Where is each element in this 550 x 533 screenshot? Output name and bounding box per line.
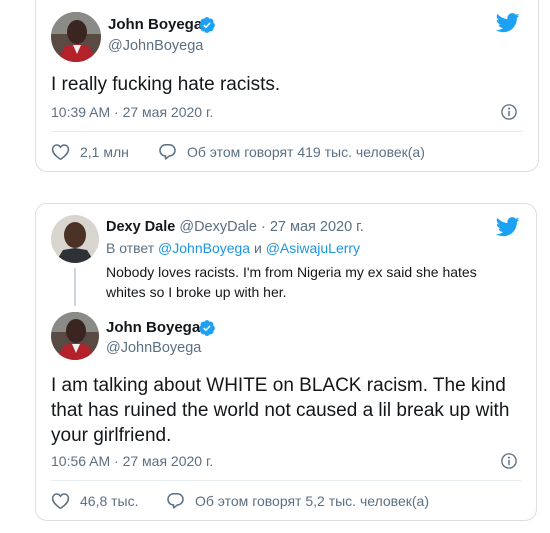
tweet-card-1[interactable]: John Boyega @JohnBoyega I really fucking… [35,0,539,172]
heart-icon [51,491,70,510]
twitter-bird-icon[interactable] [496,217,520,237]
author-handle[interactable]: @JohnBoyega [106,340,201,356]
avatar[interactable] [51,215,99,263]
reply-author-handle[interactable]: @DexyDale [179,219,257,235]
reply-mention-link[interactable]: @JohnBoyega [158,240,250,256]
like-button[interactable]: 2,1 млн [51,142,129,161]
tweet-timestamp[interactable]: 10:39 AM · 27 мая 2020 г. [51,104,213,120]
tweet-text-line: I am talking about WHITE on BLACK racism… [51,375,506,396]
reply-prefix: В ответ [106,240,155,256]
twitter-bird-icon[interactable] [496,13,520,33]
author-name[interactable]: John Boyega [108,16,202,33]
author-name[interactable]: John Boyega [106,319,200,336]
tweet-timestamp[interactable]: 10:56 AM · 27 мая 2020 г. [51,453,213,469]
tweet-text-line: that has ruined the world not caused a l… [51,400,510,421]
speech-bubble-icon [158,142,177,161]
reply-text-line: whites so I broke up with her. [106,284,287,300]
avatar[interactable] [51,12,101,62]
reply-mention-link[interactable]: @AsiwajuLerry [266,240,360,256]
tweet-text: I really fucking hate racists. [51,74,281,95]
like-count: 46,8 тыс. [80,492,139,509]
divider [51,131,523,132]
conversation-link[interactable]: Об этом говорят 419 тыс. человек(а) [158,142,425,161]
reply-conjunction: и [253,240,262,256]
conversation-link[interactable]: Об этом говорят 5,2 тыс. человек(а) [166,491,429,510]
speech-bubble-icon [166,491,185,510]
verified-badge-icon [198,319,216,337]
replying-to: В ответ @JohnBoyega и @AsiwajuLerry [106,240,360,256]
divider [51,480,521,481]
reply-header: Dexy Dale @DexyDale · 27 мая 2020 г. [106,219,364,235]
reply-author-name[interactable]: Dexy Dale [106,219,175,235]
tweet-card-2[interactable]: Dexy Dale @DexyDale · 27 мая 2020 г. В о… [35,203,537,521]
talking-count: Об этом говорят 5,2 тыс. человек(а) [195,492,429,509]
info-icon[interactable] [500,452,518,470]
avatar[interactable] [51,312,99,360]
info-icon[interactable] [500,103,518,121]
tweet-text-line: your girlfriend. [51,425,172,446]
reply-text-line: Nobody loves racists. I'm from Nigeria m… [106,264,477,280]
thread-line [74,268,76,306]
like-count: 2,1 млн [80,143,129,160]
author-handle[interactable]: @JohnBoyega [108,38,203,54]
talking-count: Об этом говорят 419 тыс. человек(а) [187,143,425,160]
heart-icon [51,142,70,161]
reply-date[interactable]: · 27 мая 2020 г. [261,219,364,235]
verified-badge-icon [198,16,216,34]
like-button[interactable]: 46,8 тыс. [51,491,139,510]
